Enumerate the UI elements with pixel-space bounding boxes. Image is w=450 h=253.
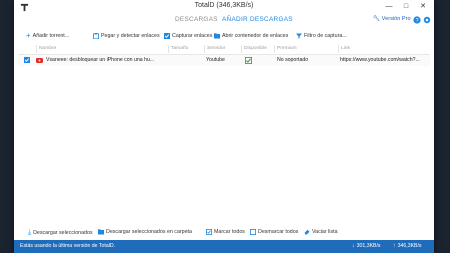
maximize-button[interactable]: □ bbox=[399, 1, 413, 12]
help-icon[interactable]: ? bbox=[413, 16, 421, 24]
select-all-label: Marcar todos bbox=[214, 229, 245, 235]
deselect-all-label: Desmarcar todos bbox=[258, 229, 299, 235]
row-link: https://www.youtube.com/watch?... bbox=[340, 57, 420, 63]
arrow-down-icon: ↓ bbox=[352, 243, 355, 249]
column-header-size[interactable]: Tamaño bbox=[168, 45, 203, 53]
version-pro-link[interactable]: 🔧︎ Versión Pro bbox=[373, 16, 411, 22]
window-title: TotalD (346,3KB/s) bbox=[194, 2, 254, 9]
download-icon: ⤓ bbox=[28, 229, 32, 236]
open-links-container-button[interactable]: Abrir contenedor de enlaces bbox=[214, 33, 288, 39]
add-torrent-label: Añadir torrent... bbox=[32, 33, 70, 39]
folder-icon bbox=[98, 229, 104, 235]
paste-detect-label: Pegar y detectar enlaces bbox=[101, 33, 160, 39]
upload-speed: ↑ 346,3KB/s bbox=[393, 243, 422, 249]
add-torrent-button[interactable]: + Añadir torrent... bbox=[26, 31, 70, 40]
row-name: Vsaneee: desbloquear un iPhone con una h… bbox=[46, 57, 155, 63]
available-check-icon bbox=[245, 56, 252, 64]
download-selected-folder-label: Descargar seleccionados en carpeta bbox=[106, 229, 192, 235]
upload-speed-value: 346,3KB/s bbox=[397, 243, 422, 249]
clear-list-button[interactable]: Vaciar lista bbox=[304, 229, 338, 235]
row-premium: No soportado bbox=[277, 57, 309, 63]
deselect-all-icon bbox=[250, 229, 256, 235]
capture-links-label: Capturar enlaces bbox=[172, 33, 213, 39]
clipboard-icon bbox=[93, 33, 99, 39]
status-bar: Estás usando la última versión de TotalD… bbox=[14, 240, 434, 253]
bottom-actions: ⤓ Descargar seleccionados Descargar sele… bbox=[14, 227, 434, 239]
paste-detect-button[interactable]: Pegar y detectar enlaces bbox=[93, 33, 160, 39]
eraser-icon bbox=[304, 229, 310, 235]
capture-filter-button[interactable]: Filtro de captura... bbox=[296, 33, 347, 39]
youtube-icon bbox=[36, 57, 43, 63]
gear-icon[interactable] bbox=[423, 16, 431, 24]
capture-links-toggle[interactable]: Capturar enlaces bbox=[164, 33, 212, 39]
column-header-available[interactable]: Disponible bbox=[241, 45, 274, 53]
app-window: TotalD (346,3KB/s) — □ ✕ DESCARGAS AÑADI… bbox=[14, 0, 434, 253]
wrench-icon: 🔧︎ bbox=[373, 16, 381, 22]
table-row[interactable]: Vsaneee: desbloquear un iPhone con una h… bbox=[18, 55, 430, 66]
select-all-icon bbox=[206, 229, 212, 235]
row-server: Youtube bbox=[206, 57, 225, 63]
svg-text:?: ? bbox=[415, 18, 418, 24]
checkbox-checked-icon bbox=[164, 33, 170, 39]
filter-icon bbox=[296, 33, 302, 39]
plus-icon: + bbox=[26, 31, 31, 40]
capture-filter-label: Filtro de captura... bbox=[304, 33, 347, 39]
column-header-server[interactable]: Servidor bbox=[204, 45, 241, 53]
download-selected-button[interactable]: ⤓ Descargar seleccionados bbox=[28, 229, 93, 237]
version-pro-label: Versión Pro bbox=[381, 16, 411, 22]
tab-row: DESCARGAS AÑADIR DESCARGAS 🔧︎ Versión Pr… bbox=[14, 14, 434, 27]
tab-add-downloads[interactable]: AÑADIR DESCARGAS bbox=[222, 16, 293, 23]
title-bar: TotalD (346,3KB/s) — □ ✕ bbox=[14, 0, 434, 14]
links-table: Nombre Tamaño Servidor Disponible Premiu… bbox=[18, 44, 430, 224]
arrow-up-icon: ↑ bbox=[393, 243, 396, 249]
select-all-button[interactable]: Marcar todos bbox=[206, 229, 245, 235]
open-links-container-label: Abrir contenedor de enlaces bbox=[222, 33, 289, 39]
column-header-name[interactable]: Nombre bbox=[36, 45, 167, 53]
minimize-button[interactable]: — bbox=[382, 1, 396, 12]
download-speed-value: 301,3KB/s bbox=[356, 243, 381, 249]
download-selected-folder-button[interactable]: Descargar seleccionados en carpeta bbox=[98, 229, 192, 235]
column-header-link[interactable]: Link bbox=[338, 45, 427, 53]
status-message: Estás usando la última versión de TotalD… bbox=[20, 243, 116, 249]
download-selected-label: Descargar seleccionados bbox=[33, 230, 93, 236]
row-checkbox[interactable] bbox=[24, 57, 30, 63]
download-speed: ↓ 301,3KB/s bbox=[352, 243, 381, 249]
close-button[interactable]: ✕ bbox=[416, 1, 430, 12]
table-header: Nombre Tamaño Servidor Disponible Premiu… bbox=[18, 44, 430, 55]
deselect-all-button[interactable]: Desmarcar todos bbox=[250, 229, 298, 235]
folder-icon bbox=[214, 33, 220, 39]
tab-downloads[interactable]: DESCARGAS bbox=[175, 16, 218, 23]
column-header-premium[interactable]: Premium bbox=[274, 45, 338, 53]
toolbar: + Añadir torrent... Pegar y detectar enl… bbox=[14, 31, 434, 43]
clear-list-label: Vaciar lista bbox=[312, 229, 338, 235]
